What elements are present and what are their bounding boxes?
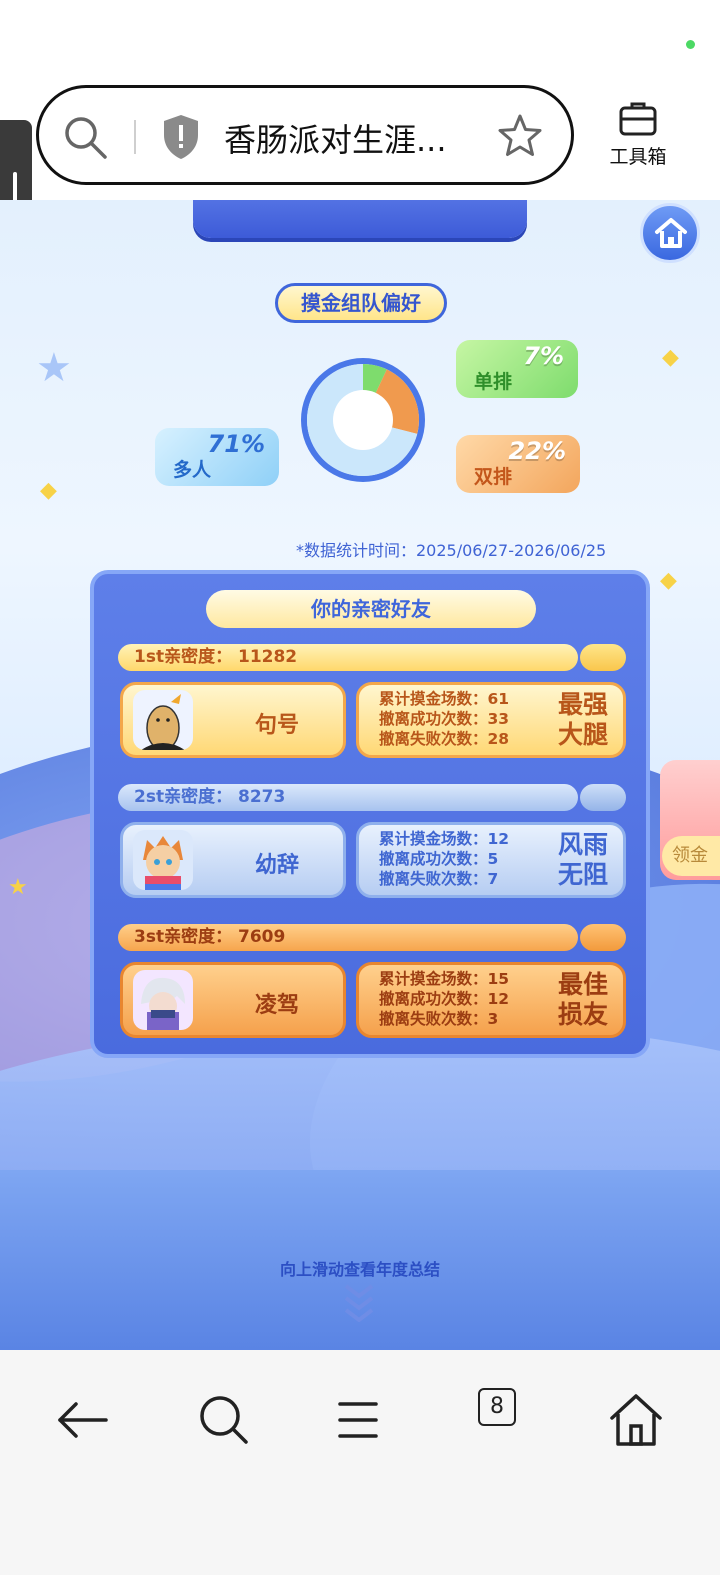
stat-fail: 撤离失败次数：28	[379, 730, 510, 748]
shield-icon[interactable]	[161, 113, 201, 165]
side-reward-label[interactable]: 领金	[662, 836, 720, 876]
tabs-button[interactable]: 8	[478, 1388, 516, 1426]
gem-decoration: ◆	[660, 568, 677, 593]
team-pref-donut-chart	[301, 358, 425, 482]
friend-tag: 最强大腿	[557, 690, 608, 749]
mode-bubble-single: 7% 单排	[456, 340, 578, 398]
mode-label-single: 单排	[474, 371, 513, 393]
web-content: ★ ◆ ◆ ◆ ★ 摸金组队偏好 7% 单排 71% 多人 22% 双排 *数据…	[0, 200, 720, 1350]
mode-label-duo: 双排	[474, 466, 513, 488]
home-icon	[655, 218, 687, 248]
bookmark-star-icon[interactable]	[496, 112, 544, 164]
stat-total: 累计摸金场数：12	[379, 830, 510, 848]
menu-icon[interactable]	[326, 1388, 390, 1452]
url-text[interactable]: 香肠派对生涯...	[224, 115, 447, 161]
friend-rank-bar: 1st亲密度： 11282	[118, 644, 578, 671]
search-icon[interactable]	[192, 1388, 256, 1452]
intimate-friends-panel: 你的亲密好友 1st亲密度： 11282 句号 累计摸金场数：61 撤离成功次数…	[90, 570, 650, 1058]
stat-time: *数据统计时间：2025/06/27-2026/06/25	[296, 541, 607, 560]
gem-decoration: ◆	[40, 478, 57, 503]
stat-success: 撤离成功次数：5	[379, 850, 499, 868]
stat-total: 累计摸金场数：61	[379, 690, 510, 708]
avatar	[133, 690, 193, 750]
toolbox-label: 工具箱	[609, 146, 667, 168]
toolbox-icon	[619, 102, 657, 136]
stat-success: 撤离成功次数：12	[379, 990, 510, 1008]
toolbox-button[interactable]: 工具箱	[598, 100, 678, 169]
mode-percent-duo: 22%	[508, 437, 566, 465]
friend-stats-card: 累计摸金场数：15 撤离成功次数：12 撤离失败次数：3 最佳损友	[356, 962, 626, 1038]
address-bar[interactable]: 香肠派对生涯...	[36, 85, 574, 185]
stat-fail: 撤离失败次数：7	[379, 870, 499, 888]
avatar	[133, 830, 193, 890]
friend-name: 凌驾	[255, 993, 300, 1018]
back-arrow-icon[interactable]	[52, 1388, 116, 1452]
status-indicator	[686, 40, 695, 49]
stat-fail: 撤离失败次数：3	[379, 1010, 499, 1028]
search-icon[interactable]	[61, 113, 109, 165]
friends-title: 你的亲密好友	[206, 590, 536, 628]
stat-total: 累计摸金场数：15	[379, 970, 510, 988]
friend-rank-bar: 2st亲密度： 8273	[118, 784, 578, 811]
star-decoration: ★	[36, 345, 72, 391]
friend-tag: 最佳损友	[557, 970, 608, 1029]
gem-decoration: ◆	[662, 345, 679, 370]
friend-card[interactable]: 幼辞	[120, 822, 346, 898]
home-icon[interactable]	[604, 1388, 668, 1452]
mode-bubble-duo: 22% 双排	[456, 435, 580, 493]
star-decoration: ★	[8, 875, 28, 900]
friend-stats-card: 累计摸金场数：12 撤离成功次数：5 撤离失败次数：7 风雨无阻	[356, 822, 626, 898]
pref-title: 摸金组队偏好	[275, 283, 447, 323]
friend-card[interactable]: 句号	[120, 682, 346, 758]
swipe-hint: 向上滑动查看年度总结	[279, 1260, 440, 1279]
bottom-navigation: 8	[0, 1350, 720, 1575]
mode-label-multi: 多人	[173, 459, 212, 481]
mode-percent-multi: 71%	[207, 430, 265, 458]
mode-percent-single: 7%	[523, 342, 564, 370]
friend-rank-bar: 3st亲密度： 7609	[118, 924, 578, 951]
stat-success: 撤离成功次数：33	[379, 710, 510, 728]
friend-card[interactable]: 凌驾	[120, 962, 346, 1038]
section-banner	[193, 200, 527, 238]
friend-name: 句号	[255, 713, 300, 738]
friend-name: 幼辞	[255, 853, 300, 878]
divider	[134, 120, 136, 154]
home-button[interactable]	[640, 203, 700, 263]
avatar	[133, 970, 193, 1030]
friend-stats-card: 累计摸金场数：61 撤离成功次数：33 撤离失败次数：28 最强大腿	[356, 682, 626, 758]
chevron-down-icon	[344, 1284, 374, 1322]
mode-bubble-multi: 71% 多人	[155, 428, 279, 486]
friend-tag: 风雨无阻	[557, 830, 608, 889]
